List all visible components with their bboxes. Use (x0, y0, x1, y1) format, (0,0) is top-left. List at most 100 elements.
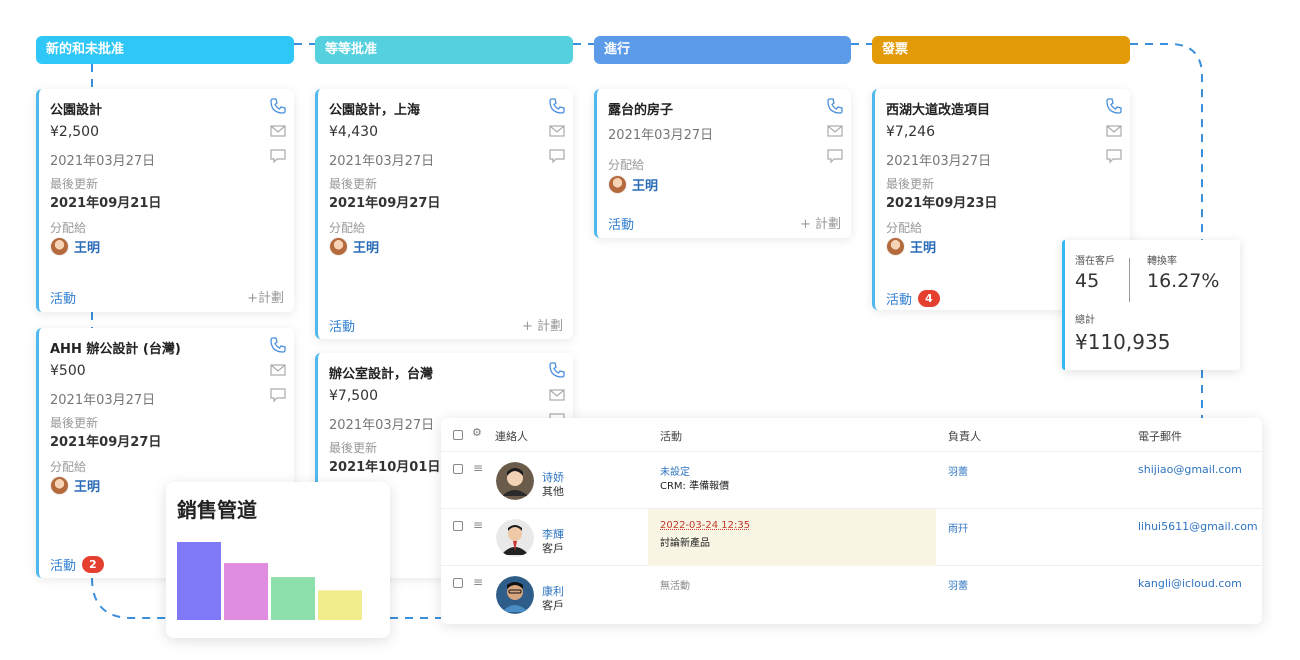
total-value: ¥110,935 (1075, 330, 1171, 354)
contact-email[interactable]: lihui5611@gmail.com (1138, 520, 1258, 533)
owner-name[interactable]: 羽蕾 (948, 577, 968, 592)
row-checkbox[interactable] (453, 464, 463, 474)
avatar (50, 475, 69, 495)
contact-email[interactable]: kangli@icloud.com (1138, 577, 1242, 590)
column-header-contact[interactable]: 連絡人 (495, 428, 528, 444)
assigned-to-label: 分配給 (886, 221, 923, 235)
column-header-activity[interactable]: 活動 (660, 428, 682, 444)
avatar (329, 236, 348, 256)
mail-icon[interactable] (548, 386, 566, 404)
contact-photo (496, 519, 534, 557)
assignee[interactable]: 王明 (608, 174, 658, 194)
add-plan-button[interactable]: +計劃 (247, 287, 284, 306)
assigned-to-label: 分配給 (50, 221, 87, 235)
row-checkbox[interactable] (453, 578, 463, 588)
column-header-email[interactable]: 電子郵件 (1138, 428, 1182, 444)
activity-description: CRM: 準備報價 (660, 481, 730, 492)
conversion-rate-value: 16.27% (1147, 270, 1220, 292)
conversion-rate-label: 轉換率 (1147, 256, 1177, 267)
contact-type: 客戶 (542, 599, 564, 612)
activity-count-badge: 4 (918, 290, 940, 307)
avatar (608, 174, 627, 194)
sales-pipeline-bar-chart (177, 542, 362, 620)
stage-header-in-progress[interactable]: 進行 (594, 36, 851, 64)
last-updated-date: 2021年10月01日 (329, 460, 441, 475)
activity-description: 討論新產品 (660, 538, 710, 549)
column-header-owner[interactable]: 負責人 (948, 428, 981, 444)
mail-icon[interactable] (826, 122, 844, 140)
stage-header-pending[interactable]: 等等批准 (315, 36, 573, 64)
deal-card[interactable]: 公園設計 ¥2,500 2021年03月27日 最後更新 2021年09月21日… (36, 89, 294, 312)
last-updated-label: 最後更新 (329, 177, 378, 191)
drag-handle-icon[interactable]: ≡ (473, 461, 483, 475)
last-updated-date: 2021年09月27日 (329, 196, 441, 211)
last-updated-date: 2021年09月27日 (50, 435, 162, 450)
deal-title: 西湖大道改造項目 (886, 103, 991, 118)
activity-link[interactable]: 活動 2 (50, 555, 104, 574)
owner-name[interactable]: 雨幵 (948, 520, 968, 535)
activity-link[interactable]: 活動 (50, 288, 76, 307)
last-updated-date: 2021年09月23日 (886, 196, 998, 211)
drag-handle-icon[interactable]: ≡ (473, 575, 483, 589)
last-updated-label: 最後更新 (50, 177, 99, 191)
comment-icon[interactable] (826, 147, 844, 165)
assignee[interactable]: 王明 (50, 236, 100, 256)
deal-date: 2021年03月27日 (886, 154, 992, 169)
phone-icon[interactable] (1105, 97, 1123, 115)
assignee[interactable]: 王明 (329, 236, 379, 256)
mail-icon[interactable] (1105, 122, 1123, 140)
contact-type: 客戶 (542, 542, 564, 555)
deal-card[interactable]: 露台的房子 2021年03月27日 分配給 王明 活動 + 計劃 (594, 89, 851, 238)
activity-link[interactable]: 活動 (608, 214, 634, 233)
activity-status[interactable]: 未設定 (660, 463, 690, 478)
row-checkbox[interactable] (453, 521, 463, 531)
sales-pipeline-chart-card: 銷售管道 (166, 482, 390, 638)
comment-icon[interactable] (269, 147, 287, 165)
phone-icon[interactable] (826, 97, 844, 115)
assignee[interactable]: 王明 (50, 475, 100, 495)
stage-header-new[interactable]: 新的和未批准 (36, 36, 294, 64)
chart-bar-4 (318, 590, 362, 620)
last-updated-date: 2021年09月21日 (50, 196, 162, 211)
phone-icon[interactable] (269, 336, 287, 354)
mail-icon[interactable] (269, 361, 287, 379)
assignee[interactable]: 王明 (886, 236, 936, 256)
mail-icon[interactable] (269, 122, 287, 140)
comment-icon[interactable] (1105, 147, 1123, 165)
deal-date: 2021年03月27日 (50, 154, 156, 169)
contact-photo (496, 462, 534, 500)
table-header: ⚙ 連絡人 活動 負責人 電子郵件 (441, 418, 1262, 452)
deal-date: 2021年03月27日 (329, 418, 435, 433)
stage-header-invoice[interactable]: 發票 (872, 36, 1130, 64)
add-plan-button[interactable]: + 計劃 (522, 315, 563, 334)
add-plan-button[interactable]: + 計劃 (800, 213, 841, 232)
activity-link[interactable]: 活動 (329, 316, 355, 335)
comment-icon[interactable] (548, 147, 566, 165)
table-row[interactable]: ≡ 康利 客戶 無活動 羽蕾 kangli@icloud.com (441, 566, 1262, 623)
select-all-checkbox[interactable] (453, 430, 463, 440)
gear-icon[interactable]: ⚙ (472, 427, 482, 438)
avatar (50, 236, 69, 256)
deal-amount: ¥500 (50, 363, 86, 379)
deal-amount: ¥7,246 (886, 124, 935, 140)
activity-datetime[interactable]: 2022-03-24 12:35 (660, 520, 750, 531)
activity-link[interactable]: 活動 4 (886, 289, 940, 308)
phone-icon[interactable] (548, 361, 566, 379)
phone-icon[interactable] (269, 97, 287, 115)
drag-handle-icon[interactable]: ≡ (473, 518, 483, 532)
owner-name[interactable]: 羽蕾 (948, 463, 968, 478)
deal-card[interactable]: 公園設計，上海 ¥4,430 2021年03月27日 最後更新 2021年09月… (315, 89, 573, 339)
total-label: 總計 (1075, 315, 1095, 326)
comment-icon[interactable] (269, 386, 287, 404)
mail-icon[interactable] (548, 122, 566, 140)
table-row[interactable]: ≡ 李輝 客戶 2022-03-24 12:35 討論新產品 雨幵 lihui5… (441, 509, 1262, 566)
table-row[interactable]: ≡ 诗娇 其他 未設定 CRM: 準備報價 羽蕾 shijiao@gmail.c… (441, 452, 1262, 509)
contact-email[interactable]: shijiao@gmail.com (1138, 463, 1242, 476)
contact-type: 其他 (542, 485, 564, 498)
last-updated-label: 最後更新 (329, 441, 378, 455)
contact-photo (496, 576, 534, 614)
phone-icon[interactable] (548, 97, 566, 115)
last-updated-label: 最後更新 (886, 177, 935, 191)
assigned-to-label: 分配給 (50, 460, 87, 474)
assignee-name: 王明 (74, 479, 101, 495)
